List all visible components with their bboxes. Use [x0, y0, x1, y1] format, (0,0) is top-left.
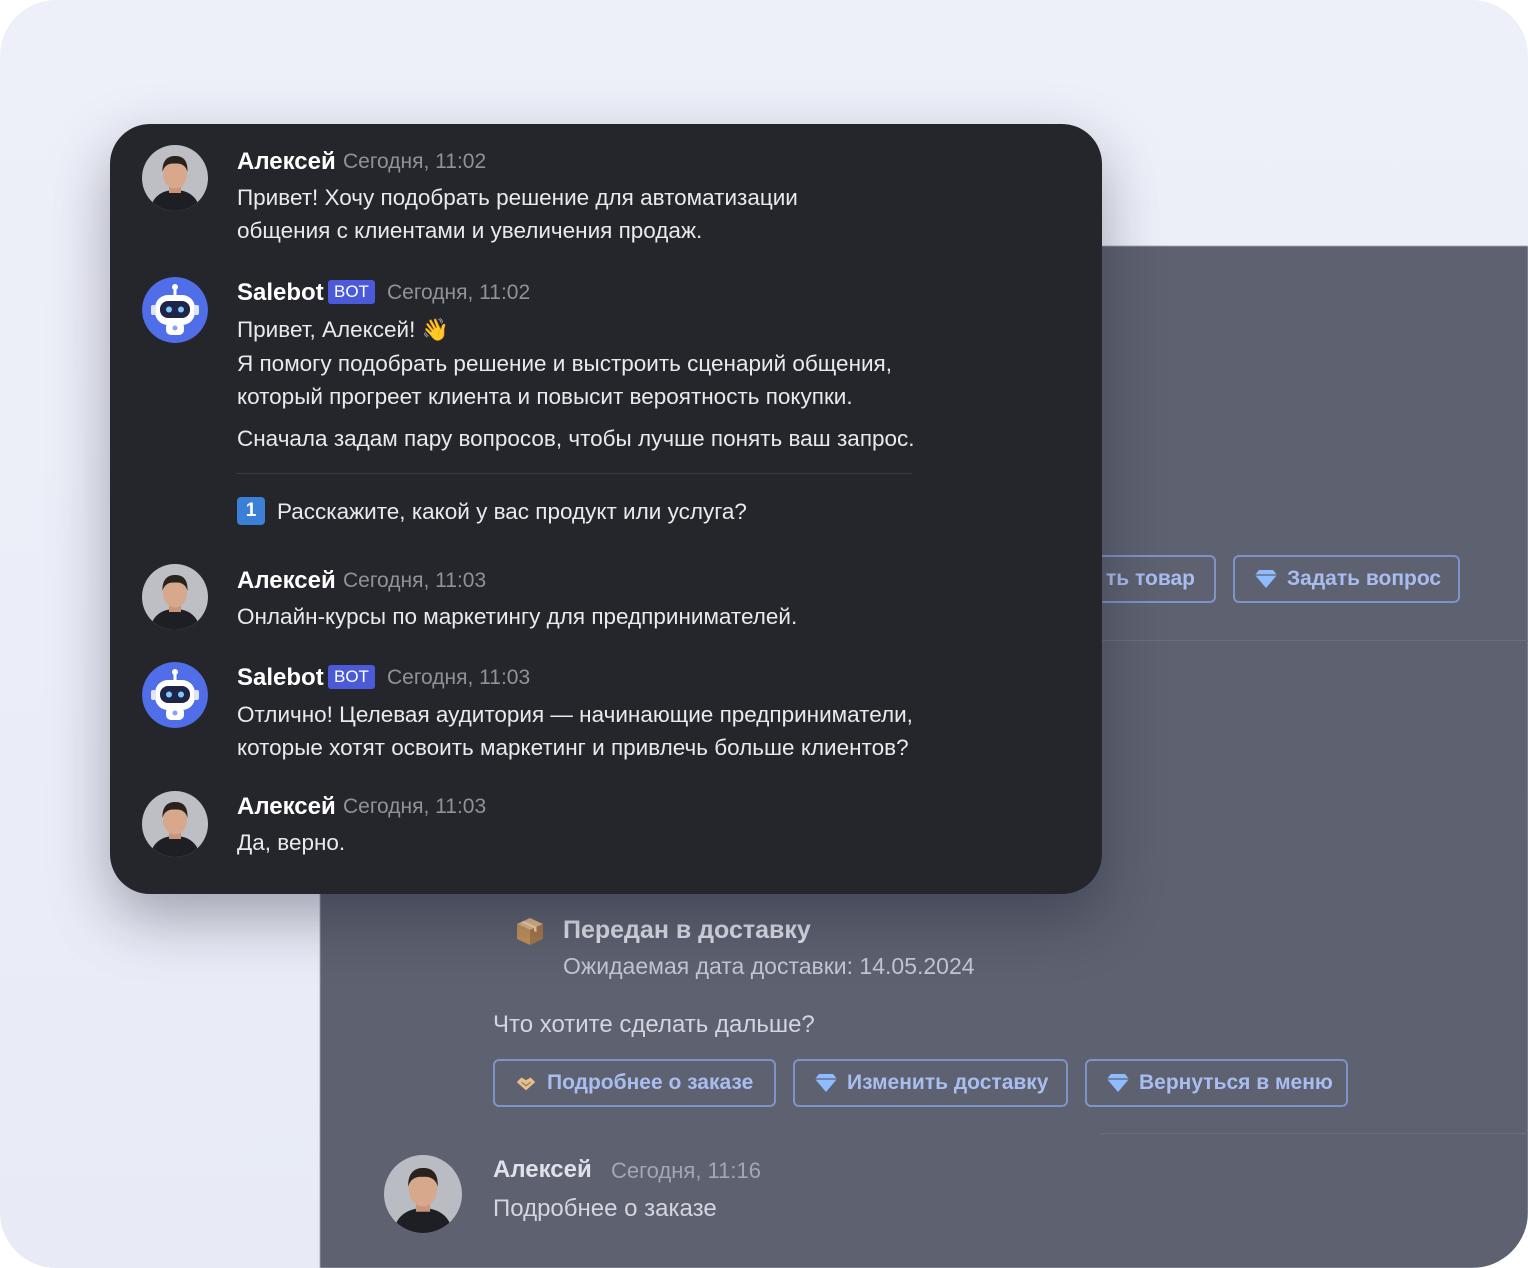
message-author: Алексей — [237, 148, 336, 175]
change-delivery-button[interactable]: Изменить доставку — [793, 1059, 1068, 1107]
message-time: Сегодня, 11:02 — [387, 281, 531, 304]
message-line: Отлично! Целевая аудитория — начинающие … — [237, 702, 913, 727]
bot-avatar — [142, 662, 208, 728]
diamond-icon — [1255, 568, 1277, 590]
message-line: общения с клиентами и увеличения продаж. — [237, 218, 703, 243]
message-line: Привет! Хочу подобрать решение для автом… — [237, 185, 798, 210]
message-line: Я помогу подобрать решение и выстроить с… — [237, 351, 892, 376]
order-details-label: Подробнее о заказе — [547, 1071, 754, 1094]
message-time: Сегодня, 11:03 — [387, 666, 531, 689]
message-author: Алексей — [237, 567, 336, 594]
order-details-button[interactable]: Подробнее о заказе — [493, 1059, 776, 1107]
message-divider — [236, 473, 912, 474]
bot-badge: BOT — [328, 665, 375, 689]
diamond-icon — [1107, 1072, 1129, 1094]
bot-question: Расскажите, какой у вас продукт или услу… — [277, 499, 747, 524]
change-delivery-label: Изменить доставку — [847, 1071, 1049, 1094]
back-to-menu-label: Вернуться в меню — [1139, 1071, 1333, 1094]
avatar — [384, 1155, 462, 1233]
message-text: Подробнее о заказе — [493, 1195, 717, 1222]
bg-divider — [1102, 640, 1528, 641]
waving-hand-icon: 👋 — [421, 317, 450, 342]
diamond-icon — [815, 1072, 837, 1094]
avatar — [142, 564, 208, 630]
message-author: Алексей — [237, 793, 336, 820]
message-time: Сегодня, 11:02 — [343, 150, 487, 173]
ask-question-button[interactable]: Задать вопрос — [1233, 555, 1460, 603]
message-line: Онлайн-курсы по маркетингу для предприни… — [237, 604, 798, 629]
message-line: которые хотят освоить маркетинг и привле… — [237, 735, 909, 760]
message-time: Сегодня, 11:16 — [611, 1158, 761, 1183]
ask-question-label: Задать вопрос — [1287, 567, 1442, 590]
screen-frame: ть товар Задать вопрос Передан в доставк… — [0, 0, 1528, 1268]
delivery-title: Передан в доставку — [563, 916, 811, 944]
number-1-icon: 1 — [237, 497, 265, 525]
package-icon — [517, 918, 543, 945]
back-to-menu-button[interactable]: Вернуться в меню — [1085, 1059, 1348, 1107]
bg-divider — [1100, 1133, 1528, 1134]
partial-button-label: ть товар — [1106, 567, 1196, 590]
message-line: Сначала задам пару вопросов, чтобы лучше… — [237, 426, 915, 451]
message-author: Алексей — [493, 1156, 592, 1183]
message-greeting: Привет, Алексей! 👋 — [237, 313, 449, 346]
message-line: Да, верно. — [237, 830, 346, 855]
next-action-question: Что хотите сделать дальше? — [493, 1011, 815, 1038]
message-author: Salebot — [237, 279, 324, 306]
message-line: который прогреет клиента и повысит вероя… — [237, 384, 853, 409]
handshake-icon — [515, 1072, 537, 1094]
bot-badge: BOT — [328, 280, 375, 304]
greeting-text: Привет, Алексей! — [237, 317, 416, 342]
message-author: Salebot — [237, 664, 324, 691]
message-time: Сегодня, 11:03 — [343, 569, 487, 592]
avatar — [142, 145, 208, 211]
bot-avatar — [142, 277, 208, 343]
delivery-subtitle: Ожидаемая дата доставки: 14.05.2024 — [563, 953, 975, 979]
avatar — [142, 791, 208, 857]
message-time: Сегодня, 11:03 — [343, 795, 487, 818]
